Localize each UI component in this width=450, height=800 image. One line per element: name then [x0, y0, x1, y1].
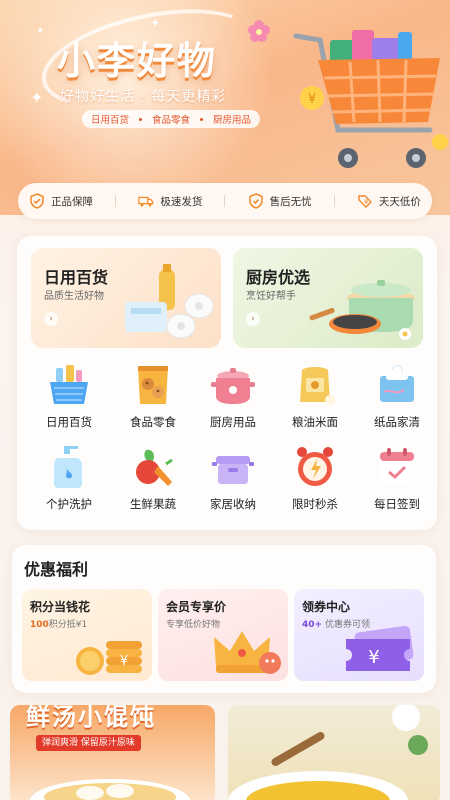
- category-label: 生鲜果蔬: [130, 497, 176, 511]
- category-label: 个护洗护: [46, 497, 92, 511]
- benefit-highlight: 100: [30, 620, 49, 630]
- cooking-pot-icon: [211, 368, 255, 404]
- hero-tag: 食品零食: [152, 115, 191, 126]
- category-paper-cleaning[interactable]: 纸品家清: [357, 362, 437, 430]
- storage-box-icon: [212, 456, 254, 484]
- chevron-right-icon: ›: [44, 312, 58, 326]
- category-label: 每日签到: [374, 497, 420, 511]
- shopping-cart-icon: ¥: [293, 30, 448, 168]
- feature-card-title: 日用百货: [44, 268, 109, 287]
- cookware-icon: [309, 280, 415, 340]
- section-title: 优惠福利: [24, 560, 89, 579]
- sparkle-icon: ✦: [36, 26, 45, 37]
- hero-tag: 日用百货: [91, 115, 130, 126]
- home-page: ✦ ✦ ✦ 小李好物 好物好生活 · 每天更精彩 日用百货 食品零食 厨房用品: [0, 0, 450, 800]
- hero-tag: 厨房用品: [213, 115, 252, 126]
- promo-banner-soup[interactable]: [228, 705, 440, 800]
- category-storage[interactable]: 家居收纳: [193, 444, 273, 512]
- feature-card-subtitle: 品质生活好物: [44, 291, 104, 302]
- svg-text:¥: ¥: [120, 654, 128, 669]
- dot-separator: [200, 117, 204, 121]
- tissue-box-icon: [380, 365, 414, 402]
- snack-bag-icon: [138, 366, 168, 404]
- category-label: 食品零食: [130, 415, 176, 429]
- svg-text:¥: ¥: [364, 198, 369, 206]
- category-grain-oil[interactable]: 粮油米面: [275, 362, 355, 430]
- benefit-card-title: 领券中心: [302, 600, 351, 614]
- category-label: 日用百货: [46, 415, 92, 429]
- dot-separator: [139, 117, 143, 121]
- guarantee-label: 极速发货: [160, 195, 203, 208]
- shield-check-icon: [30, 193, 44, 209]
- category-panel: 日用百货 品质生活好物 › 厨房优选 烹饪好帮手 › 日用百货 食品零食 厨房用…: [17, 236, 437, 530]
- category-daily-goods[interactable]: 日用百货: [29, 362, 109, 430]
- truck-icon: [138, 196, 154, 207]
- benefit-card-title: 积分当钱花: [30, 600, 91, 614]
- category-kitchen[interactable]: 厨房用品: [193, 362, 273, 430]
- benefits-section: 优惠福利 积分当钱花 100积分抵¥1 ¥ 会员专享价 专享低价好物 领券中心 …: [12, 545, 436, 693]
- daily-goods-icon: [125, 264, 214, 339]
- basket-icon: [50, 365, 88, 404]
- category-label: 厨房用品: [210, 415, 256, 429]
- vegetables-icon: [136, 449, 173, 486]
- benefit-highlight: 40+: [302, 620, 323, 630]
- category-label: 限时秒杀: [292, 497, 338, 511]
- category-daily-checkin[interactable]: 每日签到: [357, 444, 437, 512]
- soup-plate-image: [228, 705, 428, 800]
- category-flash-sale[interactable]: 限时秒杀: [275, 444, 355, 512]
- svg-text:¥: ¥: [368, 647, 379, 668]
- service-shield-icon: [248, 193, 263, 209]
- soup-bowl-image: [30, 779, 190, 800]
- alarm-clock-icon: [297, 447, 333, 486]
- feature-card-subtitle: 烹饪好帮手: [246, 291, 296, 302]
- divider: [115, 195, 117, 207]
- guarantee-low-price: ¥ 天天低价: [357, 193, 421, 209]
- benefit-card-title: 会员专享价: [166, 600, 227, 614]
- guarantee-label: 售后无忧: [269, 195, 312, 208]
- guarantee-authentic: 正品保障: [29, 193, 93, 209]
- coupon-ticket-icon: ¥: [346, 625, 414, 671]
- guarantee-after-sales: 售后无忧: [248, 193, 312, 209]
- guarantee-label: 天天低价: [378, 195, 421, 208]
- category-fresh-produce[interactable]: 生鲜果蔬: [113, 444, 193, 512]
- hero-tags: 日用百货 食品零食 厨房用品: [82, 110, 261, 128]
- feature-card-daily-goods[interactable]: 日用百货 品质生活好物 ›: [31, 248, 221, 348]
- flower-icon: [248, 20, 270, 42]
- guarantee-fast-shipping: 极速发货: [138, 193, 202, 209]
- promo-banner-wonton[interactable]: 鲜汤小馄饨 弹润爽滑 保留原汁原味: [10, 705, 215, 800]
- feature-card-kitchen[interactable]: 厨房优选 烹饪好帮手 ›: [233, 248, 423, 348]
- crown-icon: [214, 631, 281, 674]
- svg-text:¥: ¥: [308, 92, 316, 107]
- category-snacks[interactable]: 食品零食: [113, 362, 193, 430]
- coin-stack-icon: ¥: [76, 641, 142, 675]
- chevron-right-icon: ›: [246, 312, 260, 326]
- divider: [224, 195, 226, 207]
- guarantee-label: 正品保障: [51, 195, 94, 208]
- brand-slogan: 好物好生活 · 每天更精彩: [60, 89, 227, 105]
- category-label: 纸品家清: [374, 415, 420, 429]
- feature-card-title: 厨房优选: [246, 268, 311, 287]
- category-label: 家居收纳: [210, 497, 256, 511]
- divider: [333, 195, 335, 207]
- brand-title: 小李好物: [57, 39, 218, 83]
- benefit-card-member-price[interactable]: 会员专享价 专享低价好物: [158, 589, 288, 681]
- guarantee-bar: 正品保障 极速发货 售后无忧 ¥ 天天低价: [18, 183, 432, 219]
- price-tag-icon: ¥: [358, 195, 372, 208]
- calendar-check-icon: [380, 448, 414, 484]
- benefit-card-points[interactable]: 积分当钱花 100积分抵¥1 ¥: [22, 589, 152, 681]
- category-personal-care[interactable]: 个护洗护: [29, 444, 109, 512]
- sparkle-icon: ✦: [30, 88, 44, 107]
- shampoo-bottle-icon: [54, 446, 82, 488]
- sparkle-icon: ✦: [150, 16, 161, 30]
- benefit-card-coupon-center[interactable]: 领券中心 40+ 优惠券可领 ¥: [294, 589, 424, 681]
- category-label: 粮油米面: [292, 415, 338, 429]
- rice-sack-icon: [300, 367, 335, 405]
